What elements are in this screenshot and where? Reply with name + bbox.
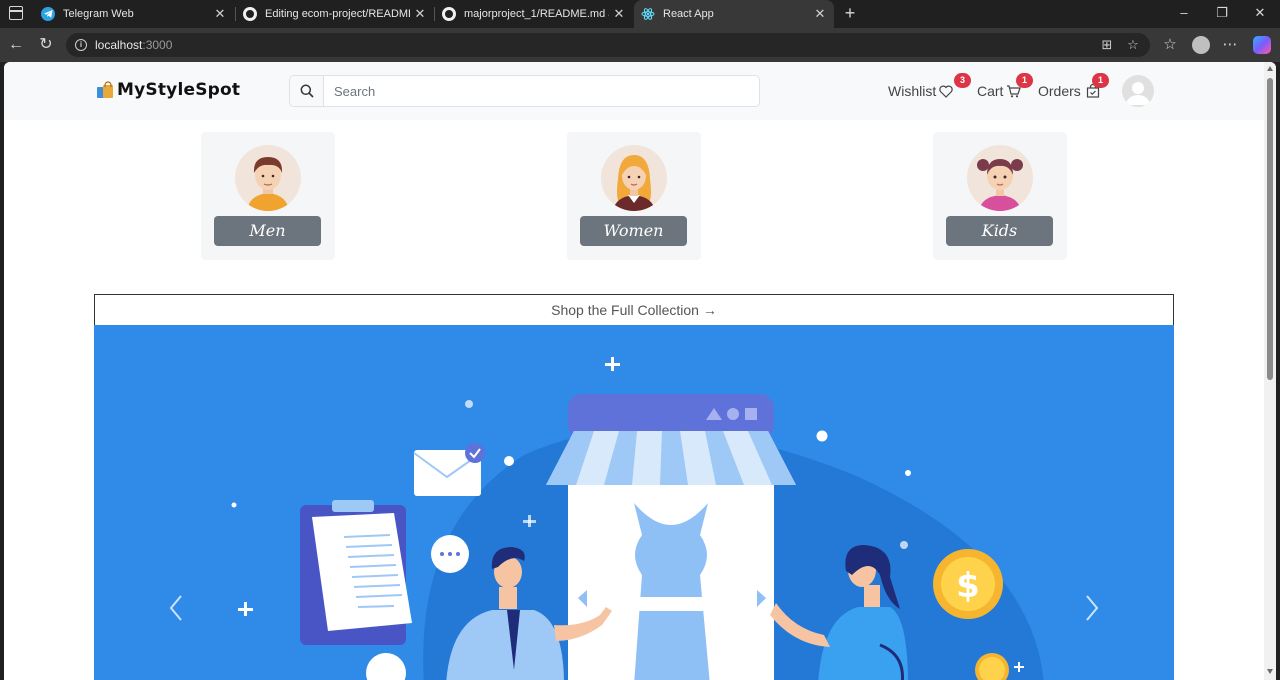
apps-icon[interactable]: ⊞ bbox=[1100, 38, 1114, 52]
orders-badge: 1 bbox=[1092, 73, 1109, 88]
men-button[interactable]: Men bbox=[214, 216, 321, 246]
address-bar: ← ↻ i localhost:3000 ⊞ ☆ ☆ ⋯ bbox=[0, 28, 1280, 62]
carousel-next-icon[interactable] bbox=[1082, 593, 1102, 623]
wishlist-link[interactable]: Wishlist bbox=[888, 83, 953, 99]
girl-avatar-icon bbox=[967, 145, 1033, 211]
tab-majorproject-readme[interactable]: majorproject_1/README.md at main ✕ bbox=[435, 0, 633, 28]
browser-tab-strip: Telegram Web ✕ Editing ecom-project/READ… bbox=[0, 0, 1280, 28]
hero-carousel[interactable]: $ bbox=[94, 325, 1174, 680]
github-icon bbox=[442, 7, 456, 21]
tab-telegram[interactable]: Telegram Web ✕ bbox=[34, 0, 234, 28]
url-text: localhost:3000 bbox=[95, 38, 173, 52]
user-avatar[interactable] bbox=[1122, 75, 1154, 107]
cart-link[interactable]: Cart bbox=[977, 83, 1022, 99]
man-avatar-icon bbox=[235, 145, 301, 211]
more-options-icon[interactable]: ⋯ bbox=[1221, 36, 1239, 54]
brand-logo[interactable]: MyStyleSpot bbox=[96, 80, 240, 100]
telegram-icon bbox=[41, 7, 55, 21]
category-card-kids[interactable]: Kids bbox=[933, 132, 1067, 260]
favorite-star-icon[interactable]: ☆ bbox=[1126, 38, 1140, 52]
orders-label: Orders bbox=[1038, 83, 1081, 99]
tab-react-app[interactable]: React App ✕ bbox=[634, 0, 834, 28]
search-input[interactable] bbox=[324, 76, 759, 106]
url-field[interactable]: i localhost:3000 ⊞ ☆ bbox=[66, 33, 1150, 57]
women-button[interactable]: Women bbox=[580, 216, 687, 246]
storefront-illustration: $ bbox=[231, 357, 1044, 680]
tab-title: React App bbox=[663, 8, 714, 20]
site-info-icon[interactable]: i bbox=[75, 39, 87, 51]
search-button[interactable] bbox=[290, 76, 324, 106]
category-card-men[interactable]: Men bbox=[201, 132, 335, 260]
wishlist-badge: 3 bbox=[954, 73, 971, 88]
close-tab-icon[interactable]: ✕ bbox=[210, 6, 230, 22]
page-scrollbar[interactable] bbox=[1264, 62, 1276, 680]
favorites-icon[interactable]: ☆ bbox=[1161, 36, 1179, 54]
restore-icon[interactable]: ❐ bbox=[1214, 5, 1230, 21]
close-window-icon[interactable]: ✕ bbox=[1252, 5, 1268, 21]
orders-link[interactable]: Orders bbox=[1038, 83, 1100, 99]
brand-name: MyStyleSpot bbox=[117, 80, 241, 100]
minimize-icon[interactable]: – bbox=[1176, 5, 1192, 21]
search-icon bbox=[300, 84, 314, 98]
shopping-bags-icon bbox=[97, 81, 113, 98]
tab-editing-readme[interactable]: Editing ecom-project/README.md ✕ bbox=[236, 0, 434, 28]
carousel-prev-icon[interactable] bbox=[166, 593, 186, 623]
close-tab-icon[interactable]: ✕ bbox=[410, 6, 430, 22]
copilot-icon[interactable] bbox=[1253, 36, 1271, 54]
reload-icon[interactable]: ↻ bbox=[37, 36, 55, 54]
tab-title: Telegram Web bbox=[63, 8, 134, 20]
react-icon bbox=[641, 7, 655, 21]
user-icon bbox=[1126, 82, 1150, 105]
cart-badge: 1 bbox=[1016, 73, 1033, 88]
close-tab-icon[interactable]: ✕ bbox=[810, 6, 830, 22]
tab-actions-icon[interactable] bbox=[9, 6, 23, 20]
github-icon bbox=[243, 7, 257, 21]
shop-full-collection-link[interactable]: Shop the Full Collection → bbox=[94, 294, 1174, 325]
site-navbar: MyStyleSpot Wishlist 3 Cart 1 Orders 1 bbox=[4, 62, 1264, 120]
close-tab-icon[interactable]: ✕ bbox=[609, 6, 629, 22]
kids-button[interactable]: Kids bbox=[946, 216, 1053, 246]
scroll-down-icon[interactable] bbox=[1267, 669, 1273, 674]
search-group bbox=[289, 75, 760, 107]
page-viewport: MyStyleSpot Wishlist 3 Cart 1 Orders 1 bbox=[4, 62, 1276, 680]
new-tab-button[interactable]: + bbox=[840, 3, 860, 23]
back-icon[interactable]: ← bbox=[7, 36, 25, 54]
svg-text:$: $ bbox=[956, 566, 980, 606]
wishlist-label: Wishlist bbox=[888, 83, 937, 99]
scroll-up-icon[interactable] bbox=[1267, 66, 1273, 71]
cart-label: Cart bbox=[977, 83, 1004, 99]
heart-icon bbox=[939, 85, 953, 98]
tab-title: Editing ecom-project/README.md bbox=[265, 8, 410, 20]
category-card-women[interactable]: Women bbox=[567, 132, 701, 260]
tab-title: majorproject_1/README.md at main bbox=[464, 8, 609, 20]
woman-avatar-icon bbox=[601, 145, 667, 211]
scrollbar-thumb[interactable] bbox=[1267, 78, 1273, 380]
profile-icon[interactable] bbox=[1192, 36, 1210, 54]
